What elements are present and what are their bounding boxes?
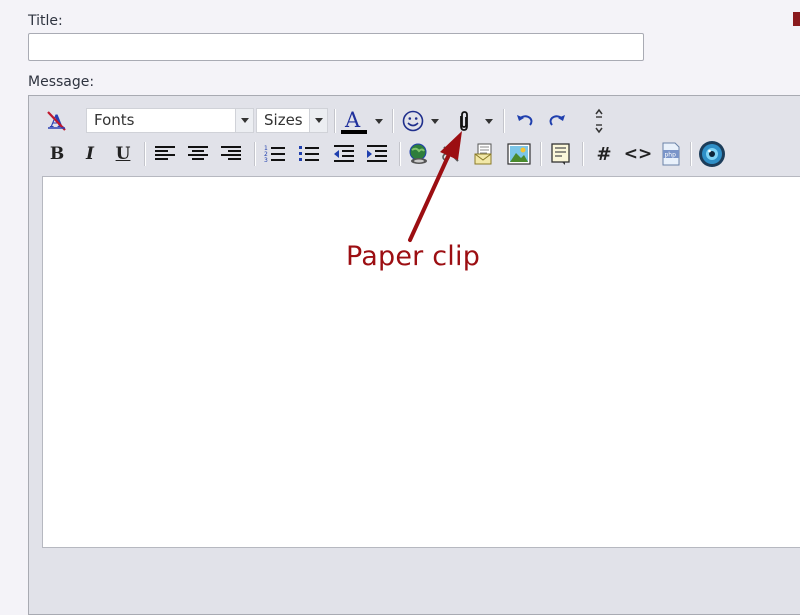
annotation-label: Paper clip [346, 241, 481, 272]
annotation-arrow [408, 131, 462, 242]
